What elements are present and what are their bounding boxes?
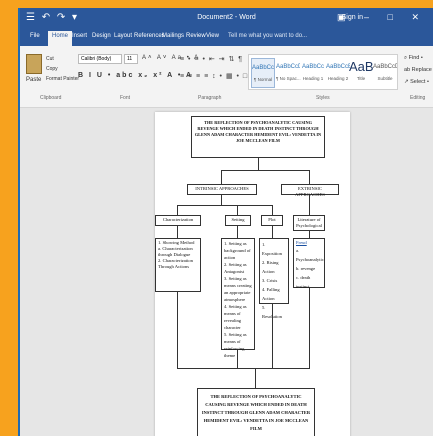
connector [177,205,273,206]
connector [221,170,222,184]
plot-list: 1. Exposition 2. Rising Action 3. Crisis… [259,238,289,319]
connector [221,170,309,171]
document-area[interactable]: THE REFLECTION OF PSYCHOANALYTIC CAUSING… [20,108,433,436]
title-bar: ☰ ↶ ↷ ▾ Document2 - Word Sign in ▣ – □ ✕ [20,8,433,30]
font-name-select[interactable]: Calibri (Body) [78,54,122,64]
characterization-box: Characterization [155,215,201,226]
connector [258,158,259,170]
paste-icon[interactable] [26,54,42,74]
literature-list: Freud a. Psychoanalytic b. revenge c. de… [293,238,325,289]
clipboard-group-label: Clipboard [40,95,62,101]
alignment-tools[interactable]: ≡ ≡ ≡ ≡ ↕ • ▦ • □ [180,72,248,80]
tab-file[interactable]: File [30,33,40,39]
connector [309,195,310,215]
diagram-top-title: THE REFLECTION OF PSYCHOANALYTIC CAUSING… [191,116,325,158]
cut-button[interactable]: Cut [46,56,54,62]
tab-insert[interactable]: Insert [72,33,87,39]
connector [177,205,178,215]
paragraph-group-label: Paragraph [198,95,222,101]
tab-review[interactable]: Review [186,33,206,39]
style-title[interactable]: AaB Title [349,58,373,88]
tab-design[interactable]: Design [92,33,111,39]
document-page[interactable]: THE REFLECTION OF PSYCHOANALYTIC CAUSING… [155,112,350,436]
select-button[interactable]: ↗ Select • [404,76,432,88]
connector [309,170,310,184]
connector [177,226,178,238]
literature-box: Literature of Psychological [293,215,325,231]
diagram-bottom-title: THE REFLECTION OF PSYCHOANALYTIC CAUSING… [197,388,315,436]
extrinsic-approaches-box: EXTRINSIC APPROACHES [281,184,339,197]
tell-me-box[interactable]: Tell me what you want to do... [228,33,307,39]
styles-gallery: AaBbCcDc ¶ Normal AaBbCcDc ¶ No Spac... … [248,54,398,90]
style-normal[interactable]: AaBbCcDc ¶ Normal [251,58,275,88]
connector [237,226,238,238]
tab-layout[interactable]: Layout [114,33,132,39]
tab-references[interactable]: References [134,33,165,39]
connector [221,195,222,205]
find-button[interactable]: ⌕ Find • [404,52,432,64]
style-heading-2[interactable]: AaBbCcE Heading 2 [326,58,350,88]
style-no-spacing[interactable]: AaBbCcDc ¶ No Spac... [276,58,301,88]
connector [237,205,238,215]
connector [309,231,310,238]
connector [177,292,178,368]
ribbon-home: Paste Cut Copy Format Painter Clipboard … [20,46,433,108]
list-indent-tools[interactable]: ≡ • ≡ • ⇤ ⇥ ⇅ ¶ [180,55,243,63]
connector [309,288,310,368]
setting-box: Setting [225,215,251,226]
copy-button[interactable]: Copy [46,66,58,72]
intrinsic-approaches-box: INTRINSIC APPROACHES [187,184,257,195]
connector [272,304,273,368]
connector [255,368,256,388]
font-group-label: Font [120,95,131,101]
editing-group-label: Editing [410,95,426,101]
connector [272,205,273,215]
tab-mailings[interactable]: Mailings [162,33,184,39]
font-size-select[interactable]: 11 [124,54,138,64]
plot-box: Plot [261,215,283,226]
connector [272,226,273,238]
connector [237,350,238,368]
style-subtitle[interactable]: AaBbCcD Subtitle [373,58,397,88]
window-controls[interactable]: ▣ – □ ✕ [337,12,427,23]
connector [177,368,310,369]
tab-view[interactable]: View [206,33,219,39]
style-heading-1[interactable]: AaBbCc Heading 1 [301,58,325,88]
font-format-tools[interactable]: B I U • abc x₂ x² A • A [78,72,193,79]
characterization-list: 1. Showing Method a. Characterization th… [155,238,201,292]
editing-group: ⌕ Find • ab Replace ↗ Select • [404,52,432,88]
paste-button[interactable]: Paste [26,77,41,83]
format-painter-button[interactable]: Format Painter [46,76,79,82]
literature-items: a. Psychoanalytic b. revenge c. death in… [296,248,324,289]
replace-button[interactable]: ab Replace [404,64,432,76]
tab-home[interactable]: Home [48,31,73,46]
word-window: ☰ ↶ ↷ ▾ Document2 - Word Sign in ▣ – □ ✕… [18,8,433,436]
styles-group-label: Styles [316,95,330,101]
ribbon-tabs: File Home Insert Design Layout Reference… [20,30,433,46]
setting-list: 1. Setting as background of action 2. Se… [221,238,255,358]
